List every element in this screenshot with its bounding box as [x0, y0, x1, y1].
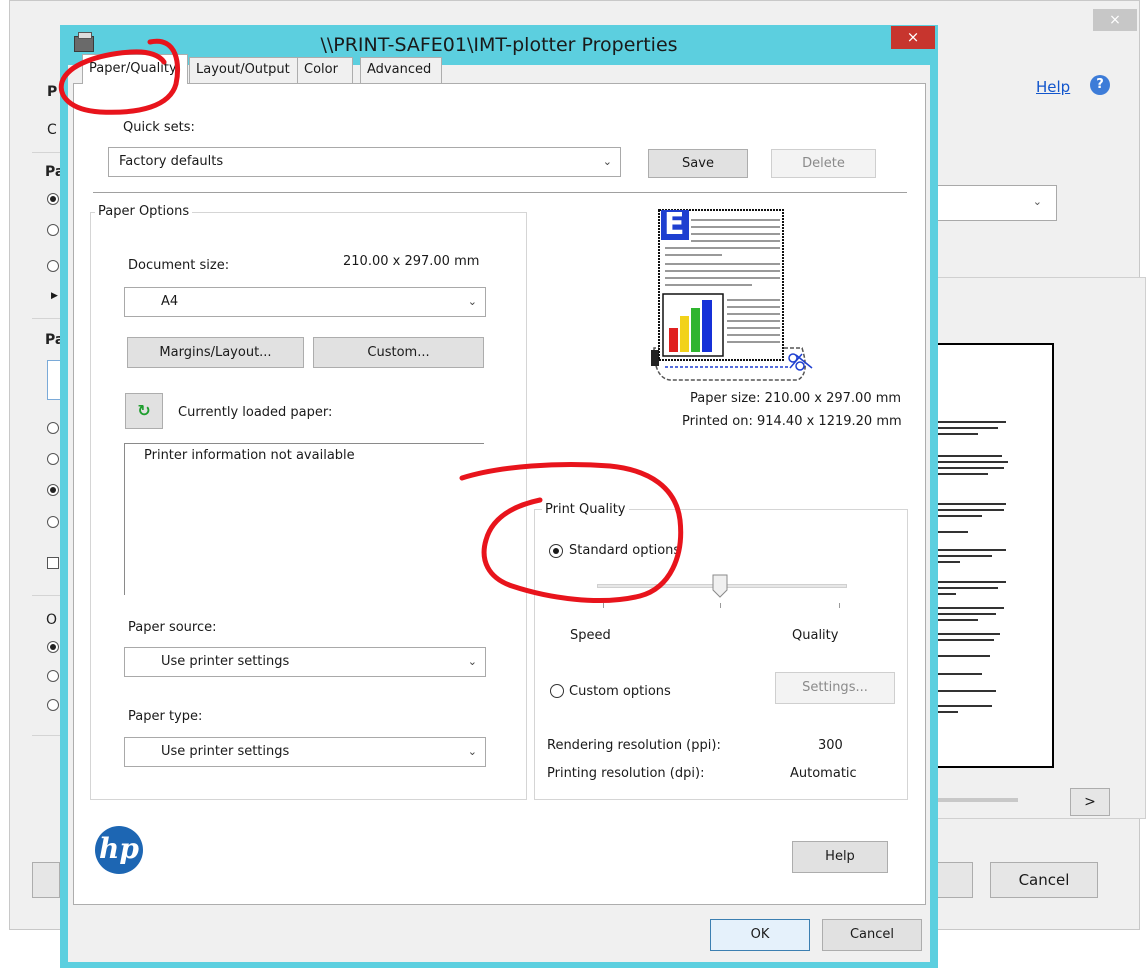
- save-button[interactable]: Save: [648, 149, 748, 178]
- paper-source-value: Use printer settings: [161, 654, 290, 669]
- document-size-select[interactable]: A4 ⌄: [124, 287, 486, 317]
- background-label: C: [47, 122, 57, 138]
- divider: [32, 735, 60, 736]
- rendering-resolution-value: 300: [818, 738, 843, 753]
- help-button[interactable]: Help: [792, 841, 888, 873]
- preview-letter: E: [664, 207, 685, 242]
- quality-slider-thumb[interactable]: [712, 574, 728, 598]
- margins-layout-button[interactable]: Margins/Layout...: [127, 337, 304, 368]
- expand-arrow-icon[interactable]: ▶: [51, 291, 58, 301]
- paper-type-select[interactable]: Use printer settings ⌄: [124, 737, 486, 767]
- background-help-link[interactable]: Help: [1036, 78, 1070, 96]
- loaded-paper-label: Currently loaded paper:: [178, 405, 333, 420]
- standard-options-label: Standard options: [569, 543, 681, 558]
- chevron-down-icon: ⌄: [467, 295, 477, 308]
- settings-button[interactable]: Settings...: [775, 672, 895, 704]
- document-size-label: Document size:: [128, 258, 230, 273]
- cancel-button[interactable]: Cancel: [822, 919, 922, 951]
- standard-options-radio[interactable]: [549, 544, 563, 558]
- tab-advanced[interactable]: Advanced: [360, 57, 442, 83]
- paper-preview-illustration: E: [650, 207, 820, 383]
- ok-button[interactable]: OK: [710, 919, 810, 951]
- background-radio[interactable]: [47, 484, 59, 496]
- paper-source-select[interactable]: Use printer settings ⌄: [124, 647, 486, 677]
- custom-size-button[interactable]: Custom...: [313, 337, 484, 368]
- delete-button[interactable]: Delete: [771, 149, 876, 178]
- background-label: O: [46, 612, 58, 628]
- background-button[interactable]: [935, 862, 973, 898]
- background-radio[interactable]: [47, 453, 59, 465]
- background-radio[interactable]: [47, 641, 59, 653]
- document-size-value: 210.00 x 297.00 mm: [343, 254, 480, 269]
- slider-tick: [839, 603, 840, 608]
- quick-sets-label: Quick sets:: [123, 120, 195, 135]
- custom-options-label: Custom options: [569, 684, 671, 699]
- preview-letter-box: E: [661, 207, 689, 242]
- paper-type-value: Use printer settings: [161, 744, 290, 759]
- tab-color[interactable]: Color: [297, 57, 353, 83]
- preview-text-lines: [938, 421, 1008, 713]
- paper-source-label: Paper source:: [128, 620, 217, 635]
- printed-on-text: Printed on: 914.40 x 1219.20 mm: [682, 414, 902, 429]
- dialog-title: \\PRINT-SAFE01\IMT-plotter Properties: [320, 34, 678, 56]
- document-size-selected: A4: [161, 294, 179, 309]
- refresh-icon[interactable]: ↻: [125, 393, 163, 429]
- background-label: P: [47, 84, 58, 100]
- custom-options-radio[interactable]: [550, 684, 564, 698]
- background-printer-dropdown[interactable]: ⌄: [935, 185, 1057, 221]
- divider: [32, 152, 60, 153]
- background-checkbox[interactable]: [47, 557, 59, 569]
- paper-size-text: Paper size: 210.00 x 297.00 mm: [690, 391, 902, 406]
- tab-paper-quality[interactable]: Paper/Quality: [82, 54, 188, 84]
- quick-sets-select[interactable]: Factory defaults ⌄: [108, 147, 621, 177]
- background-preview-page: [934, 343, 1054, 768]
- background-radio[interactable]: [47, 193, 59, 205]
- background-left-button[interactable]: [32, 862, 60, 898]
- divider: [32, 318, 60, 319]
- loaded-paper-text: Printer information not available: [144, 448, 355, 463]
- next-page-button[interactable]: >: [1070, 788, 1110, 816]
- chevron-down-icon: ⌄: [467, 655, 477, 668]
- background-radio[interactable]: [47, 670, 59, 682]
- quick-sets-value: Factory defaults: [119, 154, 224, 169]
- chevron-down-icon: ⌄: [467, 745, 477, 758]
- background-radio[interactable]: [47, 422, 59, 434]
- tab-layout-output[interactable]: Layout/Output: [189, 57, 298, 83]
- chevron-down-icon: ⌄: [1032, 195, 1042, 208]
- dialog-close-button[interactable]: ×: [891, 26, 935, 49]
- chevron-down-icon: ⌄: [602, 155, 612, 168]
- printing-resolution-value: Automatic: [790, 766, 857, 781]
- printing-resolution-label: Printing resolution (dpi):: [547, 766, 705, 781]
- background-cancel-button[interactable]: Cancel: [990, 862, 1098, 898]
- hp-logo: hp: [95, 826, 143, 874]
- help-icon[interactable]: ?: [1090, 75, 1110, 95]
- slider-tick: [720, 603, 721, 608]
- background-scrollbar[interactable]: [935, 798, 1018, 802]
- separator: [93, 192, 907, 193]
- background-close-button[interactable]: ×: [1093, 9, 1137, 31]
- background-radio[interactable]: [47, 699, 59, 711]
- background-radio[interactable]: [47, 224, 59, 236]
- loaded-paper-listbox[interactable]: Printer information not available: [124, 443, 484, 595]
- background-radio[interactable]: [47, 260, 59, 272]
- rendering-resolution-label: Rendering resolution (ppi):: [547, 738, 721, 753]
- print-quality-title: Print Quality: [542, 502, 629, 517]
- slider-tick: [603, 603, 604, 608]
- background-radio[interactable]: [47, 516, 59, 528]
- paper-options-title: Paper Options: [95, 204, 193, 219]
- speed-label: Speed: [570, 628, 611, 643]
- paper-type-label: Paper type:: [128, 709, 203, 724]
- divider: [32, 595, 60, 596]
- quality-label: Quality: [792, 628, 839, 643]
